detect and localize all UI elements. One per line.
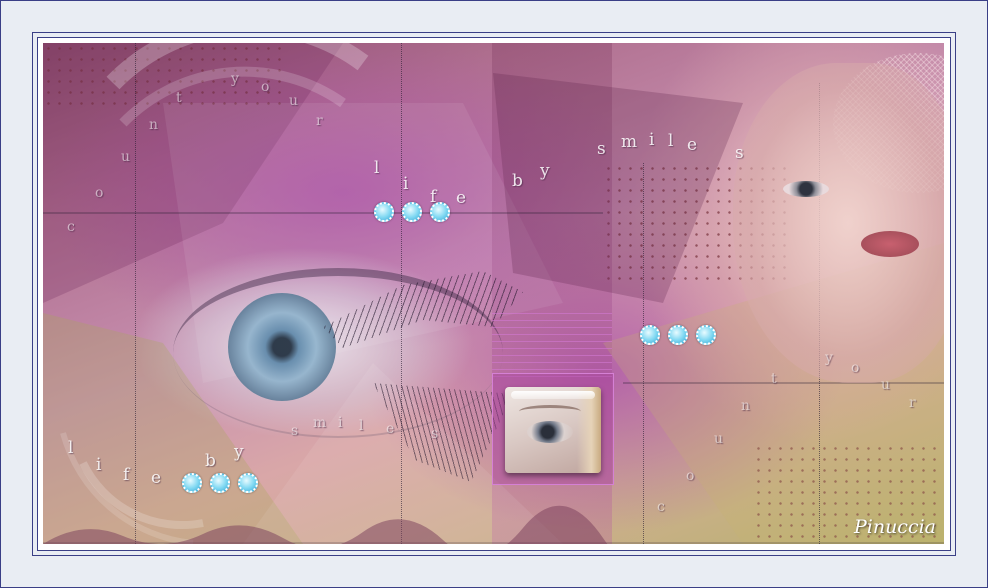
blue-dot <box>374 202 394 222</box>
artist-signature: Pinuccia <box>853 516 936 538</box>
thumbnail-gloss <box>511 391 595 399</box>
dot-trio-right <box>640 325 716 345</box>
thumbnail-eyebrow <box>519 405 581 418</box>
wave-hills <box>43 505 683 544</box>
letter: t <box>176 90 182 106</box>
letter: o <box>261 79 270 95</box>
letter: y <box>825 350 833 366</box>
letter: i <box>403 174 409 194</box>
letter: s <box>291 423 299 439</box>
letter: e <box>456 188 467 208</box>
letter: c <box>657 499 665 515</box>
letter: n <box>149 117 159 133</box>
blue-dot <box>640 325 660 345</box>
letter: b <box>205 451 216 471</box>
letter: l <box>668 131 674 151</box>
letter: e <box>687 135 698 155</box>
letter: s <box>597 139 606 159</box>
blue-dot <box>696 325 716 345</box>
letter: o <box>95 185 104 201</box>
letter: r <box>316 113 323 129</box>
blue-dot <box>238 473 258 493</box>
letter: u <box>289 93 299 109</box>
letter: y <box>231 71 239 87</box>
letter: u <box>881 377 891 393</box>
letter: s <box>431 426 439 442</box>
letter: e <box>386 421 395 437</box>
letter: e <box>151 468 162 488</box>
letter: c <box>67 219 75 235</box>
artwork-canvas: y o u r t n u o c l i f e b y s m i l e … <box>43 43 944 544</box>
dot-trio-top <box>374 202 450 222</box>
eye-thumbnail <box>505 387 601 473</box>
letter: o <box>851 360 860 376</box>
eye-iris <box>228 293 336 401</box>
letter: y <box>540 161 550 181</box>
blue-dot <box>210 473 230 493</box>
letter: i <box>649 130 655 150</box>
letter: n <box>741 398 751 414</box>
letter: u <box>121 149 131 165</box>
letter: r <box>909 395 916 411</box>
dotted-guide-line <box>135 43 137 544</box>
letter: b <box>512 171 523 191</box>
letter: f <box>430 187 437 207</box>
letter: s <box>735 143 744 163</box>
letter: m <box>621 132 638 152</box>
thumbnail-eye <box>527 421 573 443</box>
letter: f <box>123 465 130 485</box>
letter: l <box>359 418 364 434</box>
dotted-guide-line <box>643 163 645 544</box>
blue-dot <box>668 325 688 345</box>
thumbnail-hair <box>577 387 601 473</box>
letter: t <box>771 371 777 387</box>
letter: l <box>68 438 74 458</box>
letter: m <box>313 415 327 431</box>
woman-lips <box>861 231 919 257</box>
woman-eye <box>783 181 829 197</box>
letter: u <box>714 431 724 447</box>
letter: l <box>374 158 380 178</box>
dot-trio-bottom <box>182 473 258 493</box>
letter: o <box>686 468 695 484</box>
letter: i <box>96 455 102 475</box>
blue-dot <box>182 473 202 493</box>
letter: y <box>234 442 244 462</box>
letter: i <box>338 415 343 431</box>
blue-dot <box>402 202 422 222</box>
